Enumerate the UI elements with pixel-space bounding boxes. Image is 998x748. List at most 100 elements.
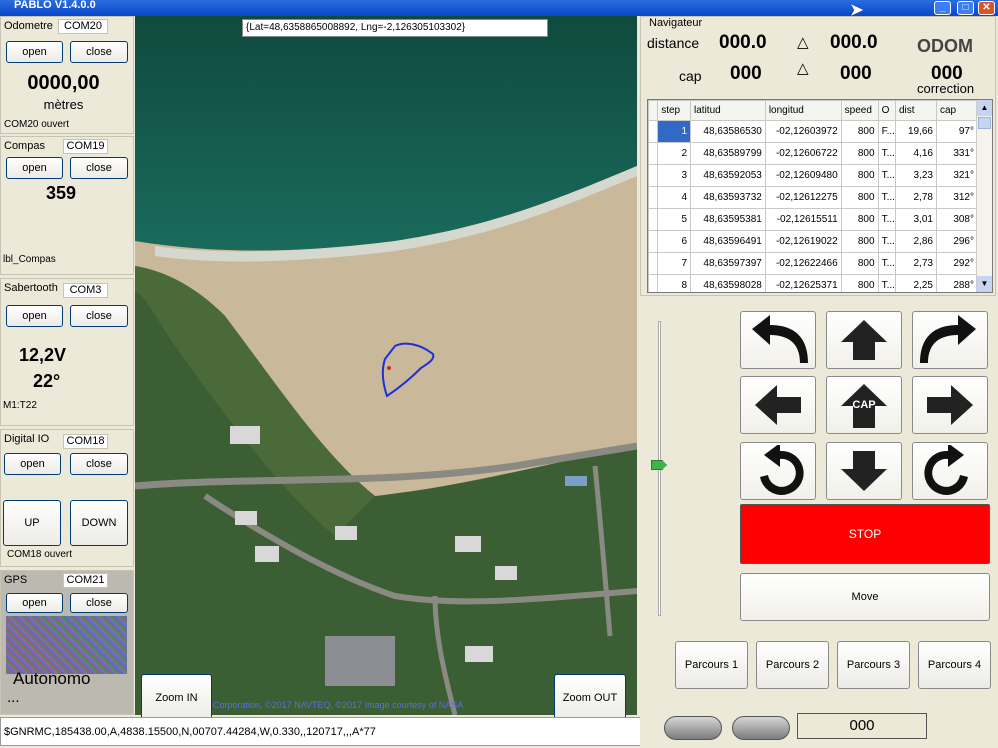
odometre-port[interactable]: COM20 <box>58 19 108 34</box>
cell-longitud[interactable]: -02,12622466 <box>764 252 842 275</box>
cell-dist[interactable]: 19,66 <box>894 120 937 143</box>
cell-step[interactable]: 4 <box>657 186 692 209</box>
table-scrollbar[interactable]: ▲ ▼ <box>976 100 992 292</box>
table-row[interactable]: 3 48,63592053 -02,12609480 800 T... 3,23 321° <box>648 164 979 187</box>
sabertooth-close-button[interactable]: close <box>70 305 128 327</box>
sabertooth-open-button[interactable]: open <box>6 305 63 327</box>
indicator-pill-left[interactable] <box>664 716 722 740</box>
digital-io-open-button[interactable]: open <box>4 453 61 475</box>
compas-open-button[interactable]: open <box>6 157 63 179</box>
column-dist[interactable]: dist <box>894 100 937 121</box>
cell-longitud[interactable]: -02,12625371 <box>764 274 842 292</box>
column-cap[interactable]: cap <box>935 100 979 121</box>
cell-o[interactable]: T... <box>877 252 896 275</box>
column-o[interactable]: O <box>877 100 896 121</box>
cell-cap[interactable]: 321° <box>935 164 979 187</box>
satellite-map[interactable]: Corporation, ©2017 NAVTEQ, ©2017 Image c… <box>135 16 637 715</box>
parcours-2-button[interactable]: Parcours 2 <box>756 641 829 689</box>
cell-o[interactable]: T... <box>877 186 896 209</box>
forward-button[interactable] <box>826 311 902 369</box>
table-row[interactable]: 5 48,63595381 -02,12615511 800 T... 3,01 308° <box>648 208 979 231</box>
parcours-3-button[interactable]: Parcours 3 <box>837 641 910 689</box>
odometre-open-button[interactable]: open <box>6 41 63 63</box>
stop-button[interactable]: STOP <box>740 504 990 564</box>
table-row[interactable]: 2 48,63589799 -02,12606722 800 T... 4,16 331° <box>648 142 979 165</box>
cell-step[interactable]: 5 <box>657 208 692 231</box>
row-selector[interactable] <box>648 230 659 253</box>
zoom-in-button[interactable]: Zoom IN <box>141 674 212 722</box>
cell-o[interactable]: T... <box>877 142 896 165</box>
column-longitud[interactable]: longitud <box>764 100 842 121</box>
cell-speed[interactable]: 800 <box>840 164 879 187</box>
cell-cap[interactable]: 312° <box>935 186 979 209</box>
cap-button[interactable]: CAP <box>826 376 902 434</box>
cell-step[interactable]: 6 <box>657 230 692 253</box>
cell-speed[interactable]: 800 <box>840 252 879 275</box>
cell-latitud[interactable]: 48,63589799 <box>690 142 766 165</box>
cell-dist[interactable]: 3,23 <box>894 164 937 187</box>
parcours-1-button[interactable]: Parcours 1 <box>675 641 748 689</box>
cell-dist[interactable]: 2,73 <box>894 252 937 275</box>
cell-latitud[interactable]: 48,63592053 <box>690 164 766 187</box>
cell-o[interactable]: T... <box>877 230 896 253</box>
rotate-right-button[interactable] <box>912 442 988 500</box>
cell-longitud[interactable]: -02,12612275 <box>764 186 842 209</box>
cell-longitud[interactable]: -02,12619022 <box>764 230 842 253</box>
cell-cap[interactable]: 296° <box>935 230 979 253</box>
cell-cap[interactable]: 97° <box>935 120 979 143</box>
cell-o[interactable]: T... <box>877 274 896 292</box>
cell-cap[interactable]: 331° <box>935 142 979 165</box>
cell-longitud[interactable]: -02,12609480 <box>764 164 842 187</box>
cell-step[interactable]: 8 <box>657 274 692 292</box>
table-row[interactable]: 4 48,63593732 -02,12612275 800 T... 2,78 312° <box>648 186 979 209</box>
close-icon[interactable]: ✕ <box>978 1 995 15</box>
column-step[interactable]: step <box>657 100 692 121</box>
cell-speed[interactable]: 800 <box>840 142 879 165</box>
digital-io-port[interactable]: COM18 <box>63 434 108 449</box>
turn-left-forward-button[interactable] <box>740 311 816 369</box>
cell-speed[interactable]: 800 <box>840 230 879 253</box>
cell-cap[interactable]: 308° <box>935 208 979 231</box>
rotate-left-button[interactable] <box>740 442 816 500</box>
cell-o[interactable]: F... <box>877 120 896 143</box>
parcours-4-button[interactable]: Parcours 4 <box>918 641 991 689</box>
cell-dist[interactable]: 2,25 <box>894 274 937 292</box>
column-speed[interactable]: speed <box>840 100 879 121</box>
scroll-down-icon[interactable]: ▼ <box>977 276 992 292</box>
cell-longitud[interactable]: -02,12615511 <box>764 208 842 231</box>
gps-open-button[interactable]: open <box>6 593 63 613</box>
cell-cap[interactable]: 288° <box>935 274 979 292</box>
row-selector[interactable] <box>648 186 659 209</box>
scroll-thumb[interactable] <box>978 117 991 129</box>
cell-step[interactable]: 1 <box>657 120 692 143</box>
cell-longitud[interactable]: -02,12606722 <box>764 142 842 165</box>
gps-close-button[interactable]: close <box>70 593 128 613</box>
cell-dist[interactable]: 2,86 <box>894 230 937 253</box>
right-button[interactable] <box>912 376 988 434</box>
column-latitud[interactable]: latitud <box>690 100 766 121</box>
table-row[interactable]: 7 48,63597397 -02,12622466 800 T... 2,73 292° <box>648 252 979 275</box>
cell-speed[interactable]: 800 <box>840 120 879 143</box>
table-row[interactable]: 1 48,63586530 -02,12603972 800 F... 19,66 97° <box>648 120 979 143</box>
compas-close-button[interactable]: close <box>70 157 128 179</box>
backward-button[interactable] <box>826 442 902 500</box>
cell-o[interactable]: T... <box>877 164 896 187</box>
cell-dist[interactable]: 4,16 <box>894 142 937 165</box>
cell-latitud[interactable]: 48,63596491 <box>690 230 766 253</box>
cell-latitud[interactable]: 48,63595381 <box>690 208 766 231</box>
cell-o[interactable]: T... <box>877 208 896 231</box>
cell-step[interactable]: 7 <box>657 252 692 275</box>
cell-latitud[interactable]: 48,63593732 <box>690 186 766 209</box>
turn-right-forward-button[interactable] <box>912 311 988 369</box>
row-selector[interactable] <box>648 208 659 231</box>
speed-slider-thumb[interactable] <box>651 460 667 470</box>
odometre-close-button[interactable]: close <box>70 41 128 63</box>
row-selector[interactable] <box>648 252 659 275</box>
cell-dist[interactable]: 3,01 <box>894 208 937 231</box>
scroll-up-icon[interactable]: ▲ <box>977 100 992 116</box>
zoom-out-button[interactable]: Zoom OUT <box>554 674 626 722</box>
row-selector[interactable] <box>648 164 659 187</box>
cell-longitud[interactable]: -02,12603972 <box>764 120 842 143</box>
up-button[interactable]: UP <box>3 500 61 546</box>
cell-step[interactable]: 2 <box>657 142 692 165</box>
